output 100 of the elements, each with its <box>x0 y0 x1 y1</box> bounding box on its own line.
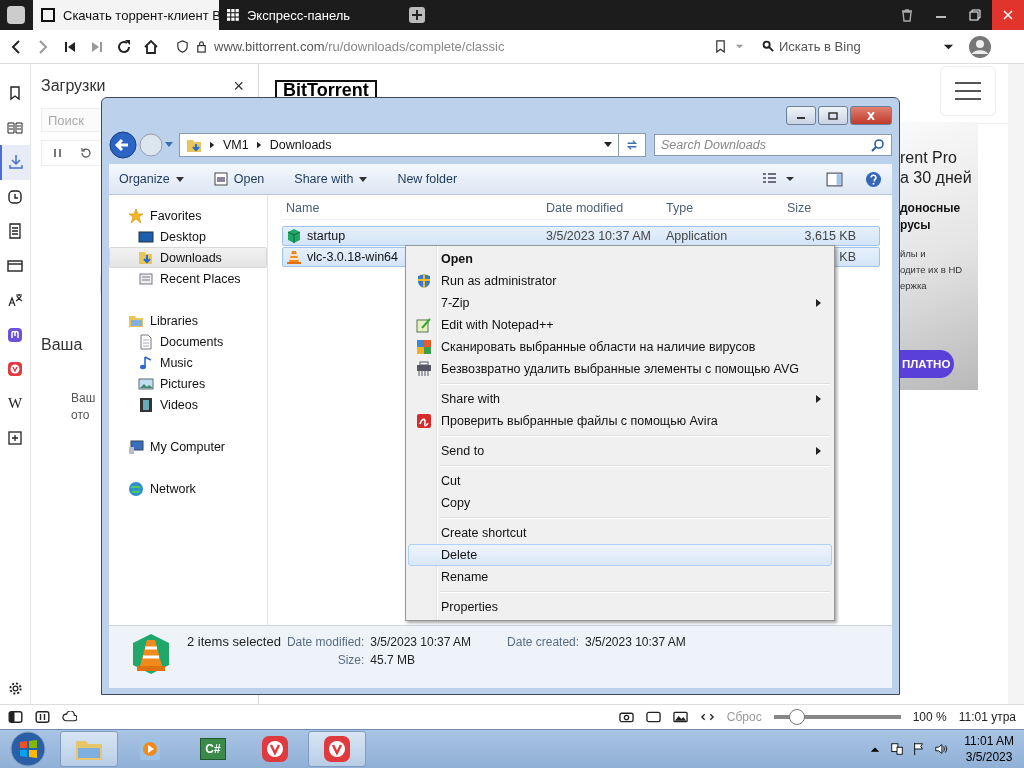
promo-title: а 30 дней <box>900 168 973 188</box>
breadcrumb-item[interactable]: Downloads <box>269 138 332 152</box>
lock-icon[interactable] <box>195 40 208 53</box>
nav-item[interactable]: Libraries <box>109 310 267 331</box>
window-icon[interactable] <box>645 711 661 723</box>
dropdown-caret-icon[interactable] <box>604 142 612 148</box>
volume-icon[interactable] <box>934 742 949 756</box>
taskbar-date[interactable]: 3/5/2023 <box>965 749 1013 765</box>
view-options-icon[interactable] <box>762 172 796 186</box>
panel-toggle-icon[interactable] <box>8 711 23 723</box>
history-icon[interactable] <box>80 147 92 159</box>
add-icon <box>7 430 23 447</box>
menu-item[interactable]: 7-Zip <box>408 292 832 314</box>
submenu-arrow-icon <box>816 395 821 403</box>
panel-title: Загрузки <box>41 77 106 95</box>
new-tab-icon[interactable] <box>409 7 425 23</box>
taskbar-button[interactable] <box>308 731 366 767</box>
scrollbar[interactable] <box>1008 64 1024 704</box>
settings-icon[interactable] <box>7 681 23 696</box>
panel-button[interactable]: W <box>0 386 30 421</box>
notepad-icon <box>416 317 432 333</box>
toolbar-button[interactable]: Open <box>213 172 265 186</box>
home-icon[interactable] <box>143 38 159 55</box>
menu-item[interactable]: Share with <box>408 388 832 410</box>
close-button[interactable]: × <box>233 75 244 97</box>
nav-item[interactable]: Videos <box>109 394 267 415</box>
download-button[interactable]: ПЛАТНО <box>900 350 954 378</box>
close-icon <box>1002 9 1014 21</box>
column-header[interactable]: Date modified <box>542 201 662 215</box>
avira-icon <box>416 413 432 429</box>
network-icon[interactable] <box>890 742 905 756</box>
nav-item[interactable]: Recent Places <box>109 268 267 289</box>
menu-item[interactable]: Delete <box>408 544 832 566</box>
profile-avatar-icon[interactable] <box>969 35 991 58</box>
menu-item[interactable]: Edit with Notepad++ <box>408 314 832 336</box>
preview-pane-icon[interactable] <box>826 170 843 188</box>
nav-item[interactable]: Documents <box>109 331 267 352</box>
menu-item[interactable]: Send to <box>408 440 832 462</box>
menu-item[interactable]: Rename <box>408 566 832 588</box>
file-row[interactable]: startup 3/5/2023 10:37 AM Application 3,615 KB <box>282 226 880 246</box>
code-icon[interactable] <box>699 711 715 723</box>
menu-item[interactable]: Безвозвратно удалить выбранные элементы с помощью AVG <box>408 358 832 380</box>
reload-icon[interactable] <box>116 38 132 55</box>
restore-icon[interactable] <box>968 8 982 22</box>
camera-icon[interactable] <box>618 711 634 723</box>
bookmark-icon[interactable] <box>714 40 727 53</box>
flag-icon[interactable] <box>912 742 927 756</box>
search-field[interactable]: Search Downloads <box>654 134 892 156</box>
menu-item[interactable]: Properties <box>408 596 832 618</box>
trash-icon[interactable] <box>900 8 914 22</box>
refresh-button[interactable] <box>619 133 646 157</box>
breadcrumb-bar[interactable]: VM1 Downloads <box>179 133 619 157</box>
nav-item[interactable]: Downloads <box>109 247 267 268</box>
shield-icon[interactable] <box>176 40 189 53</box>
search-field[interactable]: Искать в Bing <box>756 33 961 60</box>
detail-label: Date created: <box>507 635 580 649</box>
menu-item[interactable]: Run as administrator <box>408 270 832 292</box>
toolbar-button[interactable]: New folder <box>397 172 458 186</box>
start-button[interactable] <box>10 731 46 767</box>
cloud-icon[interactable] <box>62 711 77 723</box>
promo-subtitle: доносные <box>900 200 962 217</box>
maximize-button[interactable] <box>818 106 848 125</box>
pause-icon[interactable] <box>52 147 64 159</box>
browser-menu-icon[interactable] <box>7 6 25 24</box>
address-field[interactable]: www.bittorrent.com/ru/downloads/complete/classic <box>170 33 752 60</box>
tab-tiling-icon[interactable] <box>35 711 50 723</box>
menu-item[interactable]: Проверить выбранные файлы с помощью Avira <box>408 410 832 432</box>
recent-pages-icon[interactable] <box>165 142 173 148</box>
nav-item[interactable]: Pictures <box>109 373 267 394</box>
minimize-button[interactable] <box>786 106 816 125</box>
menu-item[interactable]: Copy <box>408 492 832 514</box>
toolbar-button[interactable]: Share with <box>294 172 368 186</box>
breadcrumb-arrow-icon[interactable] <box>210 141 215 149</box>
taskbar-time[interactable]: 11:01 AM <box>964 733 1014 749</box>
column-header[interactable]: Size <box>783 201 859 215</box>
help-icon[interactable] <box>865 170 882 188</box>
breadcrumb-item[interactable]: VM1 <box>223 138 249 152</box>
back-button[interactable] <box>109 131 137 159</box>
toolbar-button[interactable]: Organize <box>119 172 184 186</box>
menu-button[interactable] <box>940 66 996 116</box>
menu-item[interactable]: Create shortcut <box>408 522 832 544</box>
column-header[interactable]: Name <box>282 201 542 215</box>
detail-value: 45.7 MB <box>370 653 416 667</box>
nav-item[interactable]: My Computer <box>109 436 267 457</box>
menu-item[interactable]: Cut <box>408 470 832 492</box>
music-note-icon <box>138 354 154 371</box>
close-button[interactable] <box>850 106 892 125</box>
image-icon[interactable] <box>672 711 688 723</box>
taskbar-button[interactable]: C# <box>184 731 242 767</box>
menu-item[interactable]: Open <box>408 248 832 270</box>
panel-button[interactable] <box>0 145 30 180</box>
breadcrumb-arrow-icon[interactable] <box>256 141 262 149</box>
nav-item[interactable]: Network <box>109 478 267 499</box>
detail-value: 3/5/2023 10:37 AM <box>370 635 472 649</box>
column-header[interactable]: Type <box>662 201 783 215</box>
nav-item[interactable]: Desktop <box>109 226 267 247</box>
nav-item[interactable]: Music <box>109 352 267 373</box>
nav-item[interactable]: Favorites <box>109 205 267 226</box>
download-folder-icon <box>138 249 154 266</box>
menu-item[interactable]: Сканировать выбранные области на наличие вирусов <box>408 336 832 358</box>
